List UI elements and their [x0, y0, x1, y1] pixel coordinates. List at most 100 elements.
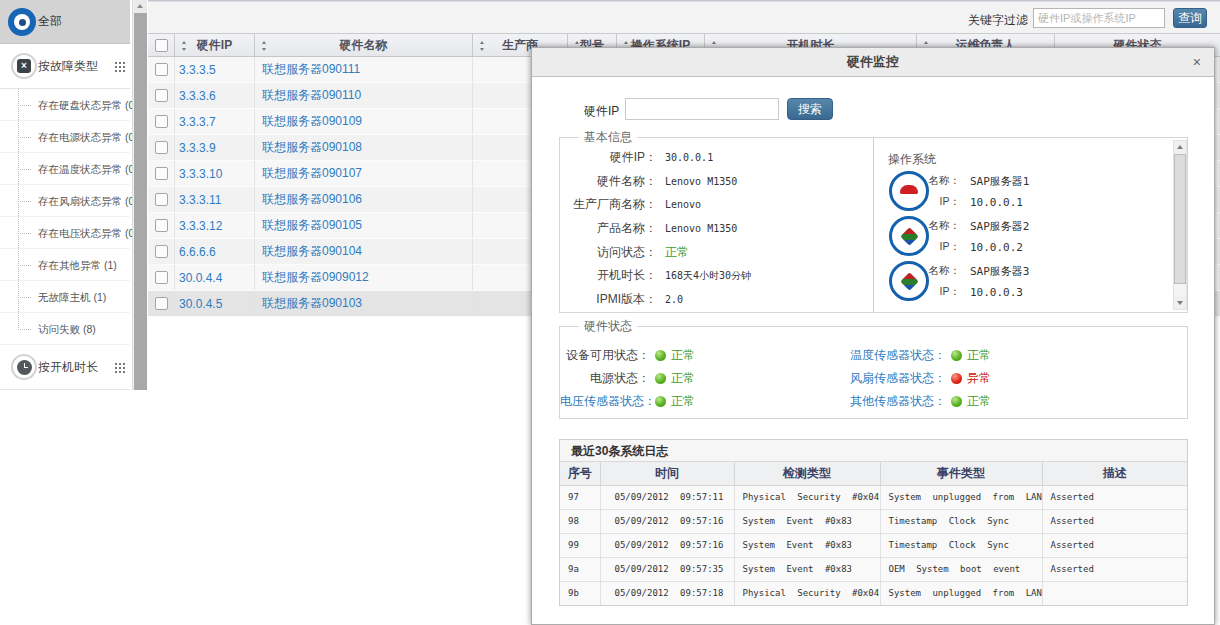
- hardware-name-link[interactable]: 联想服务器090108: [262, 139, 362, 156]
- sort-icon[interactable]: [182, 41, 187, 51]
- tree-item-label: 存在风扇状态异常 (0): [38, 185, 138, 217]
- log-cell: Asserted: [1042, 509, 1187, 533]
- log-cell: 05/09/2012 09:57:16: [600, 509, 734, 533]
- dialog-close-icon[interactable]: ×: [1193, 48, 1201, 76]
- basic-field-value: Lenovo: [665, 199, 701, 210]
- hardware-name-link[interactable]: 联想服务器090104: [262, 243, 362, 260]
- os-list: 名称：SAP服务器1IP：10.0.0.1名称：SAP服务器2IP：10.0.0…: [874, 169, 1171, 304]
- log-cell: 99: [560, 533, 600, 557]
- log-cell: Timestamp Clock Sync: [880, 509, 1042, 533]
- sidebar-scrollbar-thumb[interactable]: [134, 13, 147, 390]
- sidebar-item-fault-4[interactable]: 存在电压状态异常 (0): [0, 217, 130, 249]
- hardware-name-link[interactable]: 联想服务器0909012: [262, 269, 369, 286]
- hardware-ip-link[interactable]: 3.3.3.12: [179, 219, 222, 233]
- log-cell: Asserted: [1042, 533, 1187, 557]
- row-checkbox[interactable]: [155, 271, 168, 284]
- row-checkbox[interactable]: [155, 89, 168, 102]
- select-all-checkbox[interactable]: [155, 39, 168, 52]
- row-ip-cell: 3.3.3.9: [175, 135, 255, 160]
- row-checkbox[interactable]: [155, 141, 168, 154]
- status-ok-dot: [655, 396, 666, 407]
- hardware-ip-link[interactable]: 30.0.4.5: [179, 297, 222, 311]
- status-label[interactable]: 其他传感器状态：: [796, 393, 946, 410]
- modal-search-button[interactable]: 搜索: [787, 98, 833, 120]
- status-label[interactable]: 风扇传感器状态：: [796, 370, 946, 387]
- sidebar-item-fault-7[interactable]: 访问失败 (8): [0, 313, 130, 345]
- log-cell: System Event #0x83: [734, 509, 880, 533]
- query-button[interactable]: 查询: [1173, 8, 1207, 28]
- tree-item-label: 存在其他异常 (1): [38, 249, 117, 281]
- sidebar-item-fault-6[interactable]: 无故障主机 (1): [0, 281, 130, 313]
- os-scrollbar-down-icon[interactable]: [1174, 297, 1186, 309]
- modal-search-label: 硬件IP: [584, 103, 619, 120]
- hardware-name-link[interactable]: 联想服务器090103: [262, 295, 362, 312]
- log-row: 9a05/09/2012 09:57:35System Event #0x83O…: [560, 557, 1187, 581]
- sidebar-group-uptime[interactable]: 按开机时长: [0, 345, 130, 390]
- log-row: 9905/09/2012 09:57:16System Event #0x83T…: [560, 533, 1187, 557]
- hardware-ip-link[interactable]: 3.3.3.6: [179, 89, 216, 103]
- os-panel-title: 操作系统: [888, 151, 936, 168]
- log-cell: [1042, 581, 1187, 605]
- tree-item-label: 存在电源状态异常 (0): [38, 121, 138, 153]
- modal-hardware-ip-input[interactable]: [625, 98, 779, 120]
- keyword-filter-input[interactable]: [1033, 8, 1165, 28]
- hardware-ip-link[interactable]: 6.6.6.6: [179, 245, 216, 259]
- row-ip-cell: 3.3.3.10: [175, 161, 255, 186]
- row-checkbox[interactable]: [155, 115, 168, 128]
- sort-icon[interactable]: [262, 41, 267, 51]
- basic-field-value: Lenovo M1350: [665, 223, 737, 234]
- basic-field: 硬件名称：Lenovo M1350: [560, 170, 870, 194]
- sidebar-item-fault-2[interactable]: 存在温度状态异常 (0): [0, 153, 130, 185]
- row-checkbox[interactable]: [155, 245, 168, 258]
- sidebar: 全部 × 按故障类型 存在硬盘状态异常 (0)存在电源状态异常 (0)存在温度状…: [0, 0, 130, 390]
- hardware-name-link[interactable]: 联想服务器090111: [262, 61, 360, 78]
- row-ip-cell: 3.3.3.7: [175, 109, 255, 134]
- table-header-1[interactable]: 硬件名称: [255, 34, 473, 56]
- row-checkbox[interactable]: [155, 297, 168, 310]
- sidebar-scrollbar[interactable]: [132, 0, 146, 390]
- row-checkbox[interactable]: [155, 63, 168, 76]
- hardware-ip-link[interactable]: 3.3.3.9: [179, 141, 216, 155]
- sidebar-item-fault-3[interactable]: 存在风扇状态异常 (0): [0, 185, 130, 217]
- hardware-name-link[interactable]: 联想服务器090106: [262, 191, 362, 208]
- hardware-name-link[interactable]: 联想服务器090110: [262, 87, 361, 104]
- hardware-ip-link[interactable]: 3.3.3.7: [179, 115, 216, 129]
- sort-icon[interactable]: [480, 41, 485, 51]
- hardware-ip-link[interactable]: 3.3.3.5: [179, 63, 216, 77]
- hardware-name-link[interactable]: 联想服务器090109: [262, 113, 362, 130]
- sidebar-item-fault-5[interactable]: 存在其他异常 (1): [0, 249, 130, 281]
- row-checkbox[interactable]: [155, 219, 168, 232]
- status-label[interactable]: 电压传感器状态：: [560, 393, 650, 410]
- scrollbar-up-icon[interactable]: [134, 0, 147, 13]
- log-column-2: 检测类型: [734, 462, 880, 485]
- row-checkbox-cell: [148, 291, 175, 316]
- fault-group-label: 按故障类型: [38, 44, 98, 88]
- sidebar-item-fault-0[interactable]: 存在硬盘状态异常 (0): [0, 89, 130, 121]
- sidebar-item-all[interactable]: 全部: [0, 0, 130, 44]
- hardware-ip-link[interactable]: 3.3.3.10: [179, 167, 222, 181]
- hardware-name-link[interactable]: 联想服务器090107: [262, 165, 362, 182]
- dialog-header: 硬件监控 ×: [532, 48, 1214, 77]
- log-cell: System unplugged from LAN: [880, 581, 1042, 605]
- basic-field-label: 硬件名称：: [560, 173, 657, 190]
- sidebar-item-fault-1[interactable]: 存在电源状态异常 (0): [0, 121, 130, 153]
- os-panel-scrollbar[interactable]: [1173, 140, 1187, 310]
- os-ip-label: IP：: [874, 240, 960, 254]
- status-row: 电压传感器状态：正常其他传感器状态：正常: [560, 390, 1187, 413]
- status-label[interactable]: 温度传感器状态：: [796, 347, 946, 364]
- status-item: 其他传感器状态：正常: [796, 393, 991, 410]
- hardware-ip-link[interactable]: 30.0.4.4: [179, 271, 222, 285]
- row-checkbox[interactable]: [155, 193, 168, 206]
- hardware-name-link[interactable]: 联想服务器090105: [262, 217, 362, 234]
- basic-field: IPMI版本：2.0: [560, 288, 870, 312]
- fault-group-menu-icon[interactable]: [115, 62, 126, 73]
- uptime-group-menu-icon[interactable]: [115, 363, 126, 374]
- row-checkbox[interactable]: [155, 167, 168, 180]
- hardware-ip-link[interactable]: 3.3.3.11: [179, 193, 221, 207]
- os-scrollbar-up-icon[interactable]: [1174, 141, 1186, 153]
- os-scrollbar-thumb[interactable]: [1174, 154, 1186, 284]
- sidebar-group-fault-type[interactable]: × 按故障类型: [0, 44, 130, 89]
- log-header-row: 序号时间检测类型事件类型描述: [560, 462, 1187, 485]
- table-header-0[interactable]: 硬件IP: [175, 34, 255, 56]
- log-cell: 9b: [560, 581, 600, 605]
